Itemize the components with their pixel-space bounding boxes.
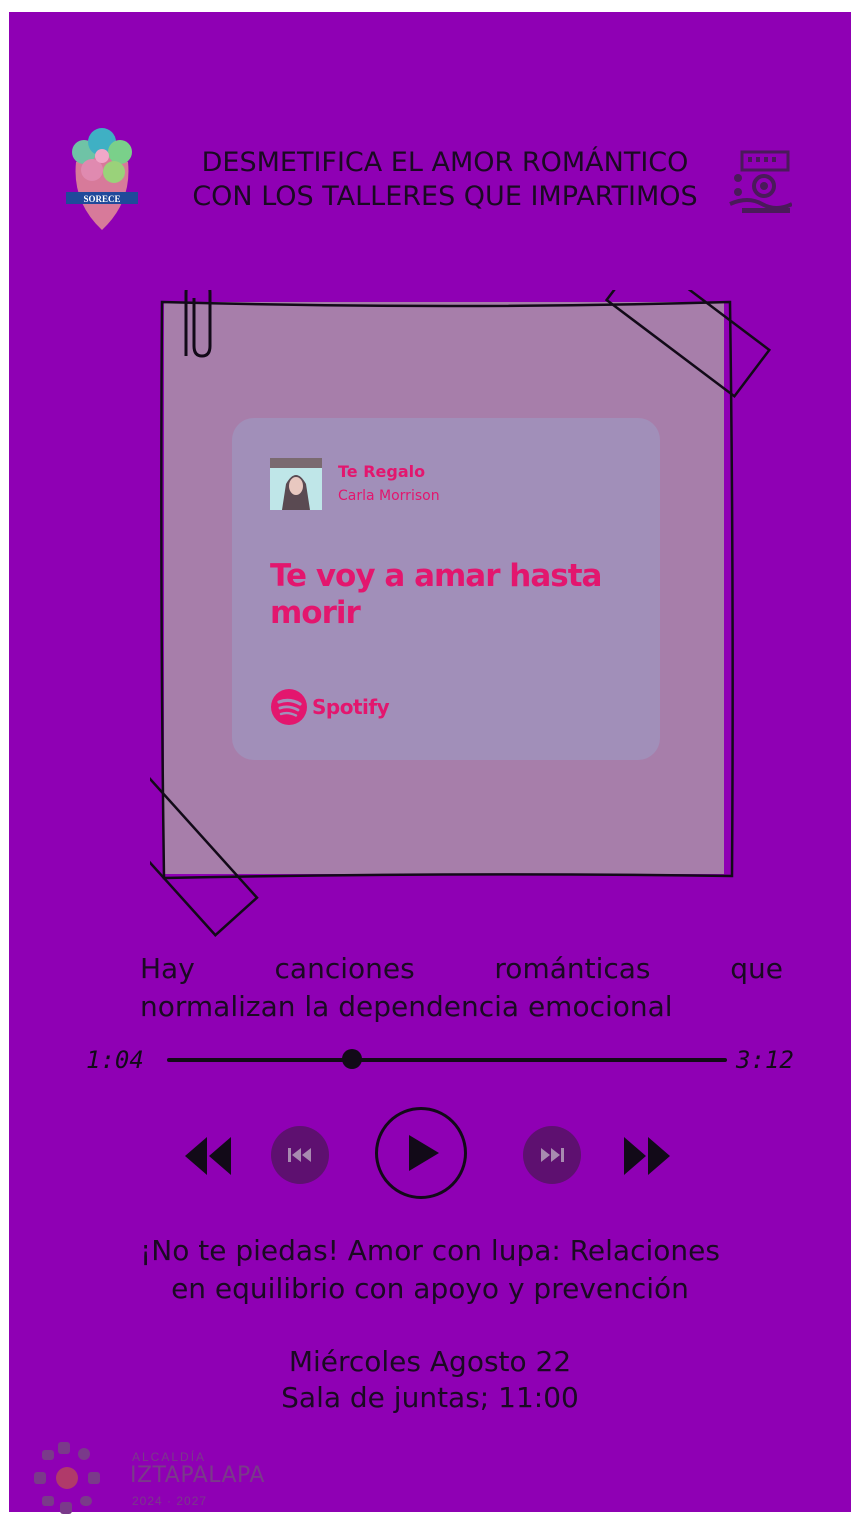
song-lyric: Te voy a amar hasta morir: [270, 558, 602, 631]
elapsed-time: 1:04: [86, 1046, 144, 1074]
fast-forward-button[interactable]: [622, 1137, 670, 1175]
spotify-brand[interactable]: Spotify: [270, 688, 390, 726]
progress-thumb[interactable]: [341, 1049, 362, 1069]
event-details: Miércoles Agosto 22 Sala de juntas; 11:0…: [200, 1344, 660, 1416]
play-button[interactable]: [375, 1107, 467, 1199]
next-track-button[interactable]: [523, 1126, 581, 1184]
sorece-logo-text: SORECE: [83, 194, 120, 204]
event-title-line1: ¡No te piedas! Amor con lupa: Relaciones: [140, 1234, 720, 1267]
event-date: Miércoles Agosto 22: [288, 1345, 572, 1378]
tape-bottom-left: [150, 762, 259, 937]
spotify-card[interactable]: Te Regalo Carla Morrison Te voy a amar h…: [232, 418, 660, 760]
sorece-logo: SORECE: [66, 128, 138, 230]
event-title: ¡No te piedas! Amor con lupa: Relaciones…: [100, 1232, 760, 1308]
description-line2: normalizan la dependencia emocional: [140, 990, 673, 1023]
description-line1: Hay canciones románticas que: [140, 952, 783, 985]
paperclip-icon: [184, 290, 212, 358]
progress-track[interactable]: [167, 1058, 727, 1062]
workshop-icon: [729, 150, 792, 213]
album-cover: [270, 458, 322, 510]
tape-top-right: [604, 290, 772, 399]
org-name: IZTAPALAPA: [130, 1463, 265, 1488]
description: Hay canciones románticas que normalizan …: [140, 950, 783, 1026]
spotify-wordmark: Spotify: [312, 695, 390, 719]
header-title-line1: DESMETIFICA EL AMOR ROMÁNTICO: [201, 147, 689, 178]
duration-time: 3:12: [736, 1046, 794, 1074]
previous-track-button[interactable]: [271, 1126, 329, 1184]
song-title: Te Regalo: [338, 462, 426, 481]
iztapalapa-logo-icon: [34, 1442, 100, 1514]
header-title: DESMETIFICA EL AMOR ROMÁNTICO CON LOS TA…: [175, 146, 715, 214]
song-artist: Carla Morrison: [338, 488, 440, 504]
event-place-time: Sala de juntas; 11:00: [281, 1381, 579, 1414]
skip-forward-icon: [541, 1148, 564, 1162]
spotify-icon: [271, 689, 307, 725]
org-years: 2024 · 2027: [132, 1494, 208, 1508]
event-title-line2: en equilibrio con apoyo y prevención: [171, 1272, 689, 1305]
skip-back-icon: [288, 1148, 311, 1162]
play-icon: [409, 1135, 439, 1171]
org-small-label: ALCALDÍA: [132, 1450, 207, 1464]
rewind-button[interactable]: [185, 1137, 233, 1175]
header-title-line2: CON LOS TALLERES QUE IMPARTIMOS: [192, 181, 698, 212]
